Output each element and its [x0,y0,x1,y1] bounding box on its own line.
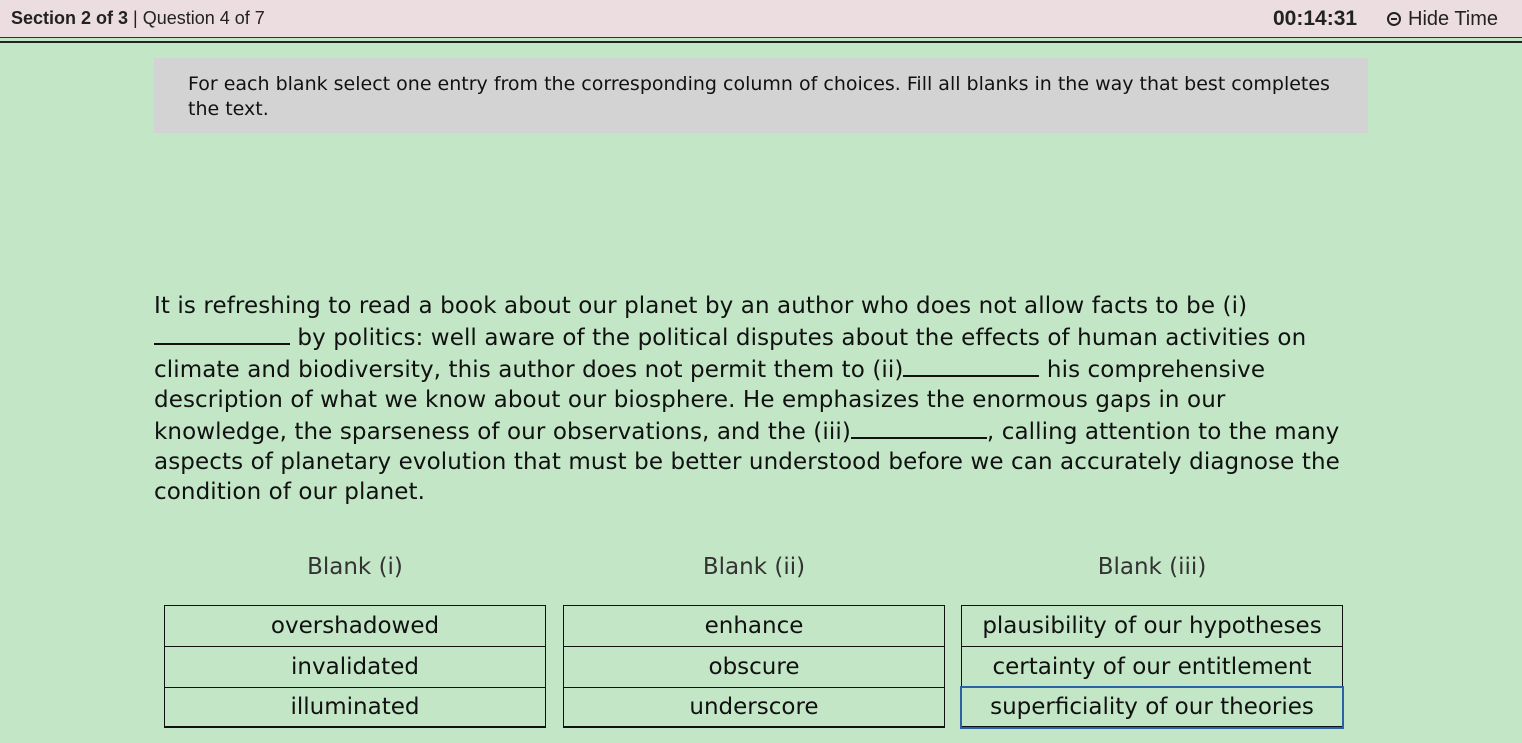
choice-superficiality-of-our-theories[interactable]: superficiality of our theories [960,686,1344,729]
blank-iii-header: Blank (iii) [1097,554,1207,580]
passage-part-1: It is refreshing to read a book about ou… [154,293,1248,319]
header-divider [0,41,1522,43]
choice-illuminated[interactable]: illuminated [164,687,546,728]
choice-invalidated[interactable]: invalidated [164,646,546,687]
blank-i-choices: overshadowed invalidated illuminated [164,605,546,728]
blank-iii-line [850,415,987,439]
hide-time-button[interactable]: Hide Time [1387,8,1498,30]
hide-time-label: Hide Time [1408,7,1499,30]
choice-underscore[interactable]: underscore [563,687,945,728]
blank-ii-line [903,353,1040,377]
section-label: Section 2 of 3 [11,8,129,28]
progress-label: Section 2 of 3 | Question 4 of 7 [11,8,265,29]
passage-text: It is refreshing to read a book about ou… [154,291,1354,507]
top-bar: Section 2 of 3 | Question 4 of 7 00:14:3… [0,0,1522,38]
choice-overshadowed[interactable]: overshadowed [164,605,546,646]
progress-separator: | [128,8,143,28]
minus-circle-icon [1387,12,1401,26]
blank-iii-choices: plausibility of our hypotheses certainty… [960,605,1344,729]
blank-i-line [154,321,290,345]
blank-i-header: Blank (i) [307,554,403,580]
choice-obscure[interactable]: obscure [563,646,945,687]
instructions-box: For each blank select one entry from the… [154,58,1368,133]
timer: 00:14:31 [1273,7,1358,30]
question-label: Question 4 of 7 [142,8,265,28]
choice-plausibility-of-our-hypotheses[interactable]: plausibility of our hypotheses [961,605,1343,646]
blank-ii-choices: enhance obscure underscore [563,605,945,728]
choice-certainty-of-our-entitlement[interactable]: certainty of our entitlement [961,646,1343,687]
choice-enhance[interactable]: enhance [563,605,945,646]
blank-ii-header: Blank (ii) [702,554,806,580]
